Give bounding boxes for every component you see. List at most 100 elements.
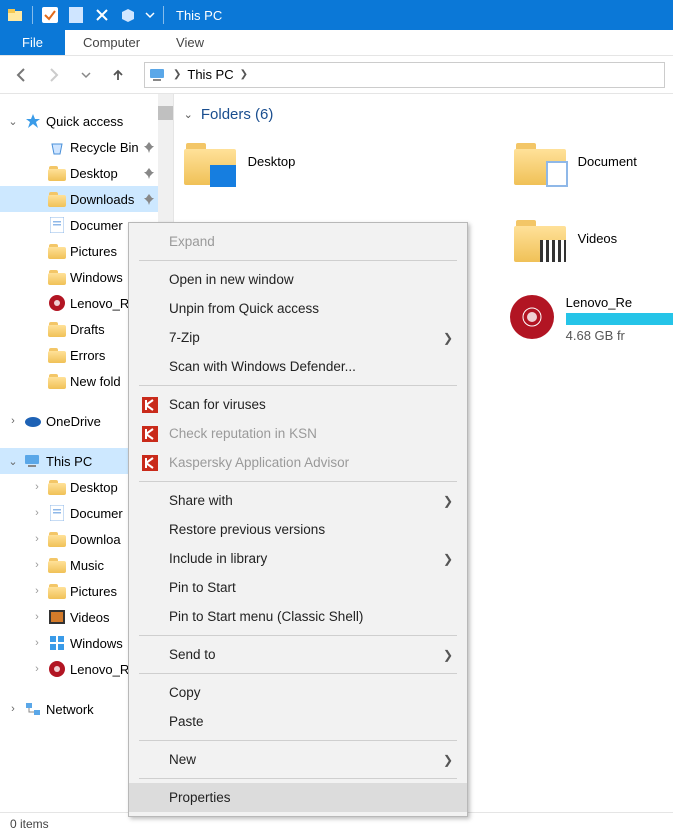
menu-item[interactable]: Include in library❯ [129,544,467,573]
chevron-down-icon[interactable]: ⌄ [184,108,193,121]
chevron-right-icon: ❯ [443,648,453,662]
menu-item-label: Open in new window [169,272,294,287]
chevron-right-icon[interactable]: › [30,637,44,649]
chevron-right-icon: ❯ [443,331,453,345]
tree-qa-item[interactable]: Recycle Bin [0,134,173,160]
nav-forward-button[interactable] [40,61,68,89]
qat-doc-icon[interactable] [65,4,87,26]
tree-label: Recycle Bin [70,140,139,155]
menu-item[interactable]: Share with❯ [129,486,467,515]
cloud-icon [24,412,42,430]
menu-item[interactable]: Paste [129,707,467,736]
chevron-right-icon[interactable]: › [30,481,44,493]
menu-item[interactable]: Scan for viruses [129,390,467,419]
tree-item-icon [48,242,66,260]
breadcrumb[interactable]: This PC [187,67,233,82]
qat-close-icon[interactable] [91,4,113,26]
menu-item[interactable]: New ❯ [129,745,467,774]
menu-item: Kaspersky Application Advisor [129,448,467,477]
menu-item[interactable]: Scan with Windows Defender... [129,352,467,381]
tree-item-icon [48,530,66,548]
tab-file[interactable]: File [0,30,65,55]
tree-label: Music [70,558,104,573]
chevron-right-icon[interactable]: ❯ [240,69,248,80]
chevron-right-icon[interactable]: › [6,703,20,715]
tree-label: Windows [70,636,123,651]
menu-item[interactable]: Send to ❯ [129,640,467,669]
tree-item-icon [48,634,66,652]
menu-item[interactable]: Restore previous versions [129,515,467,544]
tree-qa-item[interactable]: Downloads [0,186,173,212]
menu-item-label: Check reputation in KSN [169,426,317,441]
chevron-down-icon[interactable]: ⌄ [6,115,20,128]
chevron-right-icon[interactable]: › [6,415,20,427]
folder-icon [514,137,566,185]
chevron-right-icon[interactable]: › [30,533,44,545]
nav-up-button[interactable] [104,61,132,89]
folder-item[interactable]: Videos [514,214,618,262]
tab-view[interactable]: View [158,30,222,55]
menu-item-label: Restore previous versions [169,522,325,537]
titlebar-divider [163,6,164,24]
menu-item[interactable]: Open in new window [129,265,467,294]
folder-item[interactable]: Desktop [184,137,474,185]
menu-item-label: 7-Zip [169,330,200,345]
chevron-right-icon: ❯ [443,753,453,767]
menu-item-label: Kaspersky Application Advisor [169,455,349,470]
menu-item-label: Include in library [169,551,267,566]
nav-bar: ❯ This PC ❯ [0,56,673,94]
menu-item-label: New [169,752,196,767]
tree-label: Downloa [70,532,121,547]
qat-check-icon[interactable] [39,4,61,26]
menu-separator [139,778,457,779]
menu-item-label: Paste [169,714,204,729]
qat-cube-icon[interactable] [117,4,139,26]
menu-item[interactable]: Pin to Start menu (Classic Shell) [129,602,467,631]
kaspersky-icon [141,396,159,414]
chevron-right-icon[interactable]: › [30,507,44,519]
folders-group-header[interactable]: ⌄ Folders (6) [184,106,673,123]
menu-separator [139,673,457,674]
menu-separator [139,740,457,741]
menu-item[interactable]: Pin to Start [129,573,467,602]
tree-item-icon [48,320,66,338]
tree-quick-access[interactable]: ⌄ Quick access [0,108,173,134]
menu-item[interactable]: Properties [129,783,467,812]
chevron-right-icon[interactable]: ❯ [173,69,181,80]
tree-label: Errors [70,348,105,363]
menu-item[interactable]: Copy [129,678,467,707]
tree-label: Windows [70,270,123,285]
menu-item-label: Send to [169,647,216,662]
tree-item-icon [48,216,66,234]
drive-free-text: 4.68 GB fr [566,328,673,343]
drive-item[interactable]: Lenovo_Re 4.68 GB fr [510,295,673,343]
tree-item-icon [48,268,66,286]
tree-item-icon [48,478,66,496]
pc-icon [149,67,167,83]
menu-item-label: Properties [169,790,231,805]
chevron-right-icon[interactable]: › [30,663,44,675]
menu-item-label: Scan for viruses [169,397,266,412]
tab-computer[interactable]: Computer [65,30,158,55]
chevron-down-icon[interactable]: ⌄ [6,455,20,468]
tree-item-icon [48,346,66,364]
menu-item-label: Scan with Windows Defender... [169,359,356,374]
kaspersky-icon [141,425,159,443]
tree-label: Network [46,702,94,717]
chevron-right-icon[interactable]: › [30,559,44,571]
chevron-right-icon[interactable]: › [30,585,44,597]
tree-label: Lenovo_R [70,662,129,677]
menu-item[interactable]: 7-Zip ❯ [129,323,467,352]
nav-back-button[interactable] [8,61,36,89]
address-bar[interactable]: ❯ This PC ❯ [144,62,665,88]
tree-qa-item[interactable]: Desktop [0,160,173,186]
menu-item[interactable]: Unpin from Quick access [129,294,467,323]
chevron-right-icon[interactable]: › [30,611,44,623]
folder-item[interactable]: Document [514,137,637,185]
tree-item-icon [48,372,66,390]
nav-recent-dropdown[interactable] [72,61,100,89]
drive-usage-bar [566,313,673,325]
folder-label: Desktop [248,154,296,169]
window-title: This PC [176,8,222,23]
qat-dropdown-icon[interactable] [143,4,157,26]
